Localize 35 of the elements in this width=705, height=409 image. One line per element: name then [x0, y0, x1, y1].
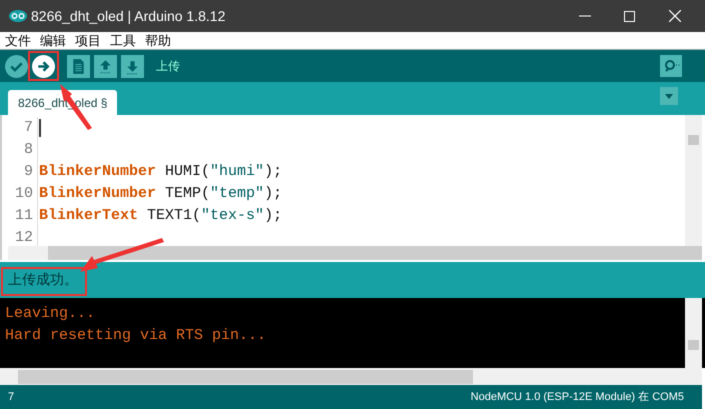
- save-button[interactable]: [121, 54, 144, 78]
- vertical-scrollbar[interactable]: [685, 115, 702, 246]
- app-logo-icon: [9, 10, 27, 22]
- toolbar-hint: 上传: [156, 58, 180, 75]
- line-number: 9: [2, 161, 38, 183]
- board-port-label: NodeMCU 1.0 (ESP-12E Module) 在 COM5: [470, 390, 684, 405]
- line-number: 8: [2, 139, 38, 161]
- highlight-box: [28, 51, 59, 81]
- menu-item[interactable]: 帮助: [145, 30, 171, 50]
- serial-monitor-icon[interactable]: [660, 55, 682, 77]
- console-line: Hard resetting via RTS pin...: [5, 326, 268, 346]
- open-button[interactable]: [94, 54, 117, 78]
- line-number: 7: [8, 390, 14, 405]
- tab-menu-icon[interactable]: [660, 87, 678, 105]
- menu-item[interactable]: 项目: [75, 30, 101, 50]
- line-number: 11: [2, 205, 38, 227]
- menu-item[interactable]: 编辑: [40, 30, 66, 50]
- code-line: BlinkerText TEXT1("tex-s");: [38, 206, 282, 226]
- code-line: BlinkerNumber HUMI("humi");: [38, 162, 282, 182]
- console-vertical-scrollbar[interactable]: [685, 298, 702, 368]
- upload-button[interactable]: [32, 54, 55, 78]
- new-sketch-button[interactable]: [67, 54, 90, 78]
- console-line: Leaving...: [5, 304, 96, 324]
- line-number: 10: [2, 183, 38, 205]
- close-icon[interactable]: [669, 10, 681, 22]
- status-message: 上传成功。: [8, 272, 78, 288]
- window-title: 8266_dht_oled | Arduino 1.8.12: [31, 6, 226, 26]
- line-number: 7: [2, 117, 38, 139]
- verify-button[interactable]: [5, 54, 28, 78]
- menu-item[interactable]: 工具: [110, 30, 136, 50]
- console-horizontal-scrollbar[interactable]: [0, 368, 702, 385]
- code-line: BlinkerNumber TEMP("temp");: [38, 184, 282, 204]
- maximize-icon[interactable]: [624, 10, 635, 22]
- horizontal-scrollbar[interactable]: [8, 246, 702, 260]
- menu-item[interactable]: 文件: [5, 30, 31, 50]
